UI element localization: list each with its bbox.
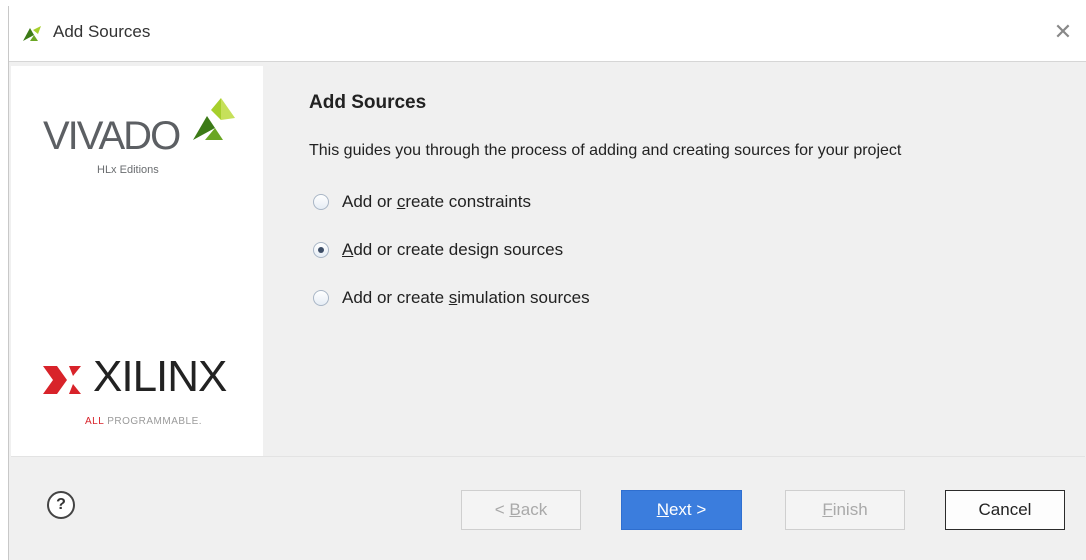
option-simulation-sources[interactable]: Add or create simulation sources — [309, 286, 1069, 310]
branding-panel: VIVADO HLx Editions XILINX ALL PROGRAMMA… — [11, 66, 263, 456]
xilinx-tagline: ALL PROGRAMMABLE. — [85, 416, 202, 427]
label-suffix: reate constraints — [405, 192, 531, 211]
help-icon[interactable]: ? — [47, 491, 75, 519]
vivado-wordmark: VIVADO — [43, 114, 181, 158]
vivado-leaf-icon — [193, 98, 235, 140]
back-button[interactable]: < Back — [461, 490, 581, 530]
window-title: Add Sources — [53, 22, 151, 41]
vivado-logo: VIVADO HLx Editions — [41, 96, 241, 176]
xilinx-wordmark: XILINX — [93, 352, 227, 401]
label-prefix: Add or create — [342, 288, 449, 307]
vivado-app-icon — [23, 26, 41, 41]
title-bar: Add Sources ✕ — [9, 6, 1086, 62]
next-button[interactable]: Next > — [621, 490, 742, 530]
xilinx-mark-icon — [43, 366, 81, 394]
xilinx-logo: XILINX ALL PROGRAMMABLE. — [39, 352, 249, 434]
xilinx-tagline-all: ALL — [85, 416, 104, 427]
radio-design-sources[interactable] — [313, 242, 329, 258]
label-mnemonic: F — [822, 500, 833, 519]
label-suffix: dd or create design sources — [353, 240, 564, 259]
close-icon[interactable]: ✕ — [1048, 18, 1078, 48]
vivado-subtitle: HLx Editions — [97, 164, 159, 176]
label-mnemonic: N — [656, 500, 669, 519]
page-description: This guides you through the process of a… — [309, 142, 902, 159]
main-content: Add Sources This guides you through the … — [309, 92, 1069, 334]
label-suffix: inish — [832, 500, 868, 519]
option-constraints[interactable]: Add or create constraints — [309, 190, 1069, 214]
option-design-sources[interactable]: Add or create design sources — [309, 238, 1069, 262]
label-mnemonic: A — [342, 240, 354, 259]
add-sources-dialog: Add Sources ✕ VIVADO HLx Editions XILINX… — [8, 6, 1086, 560]
label-mnemonic: B — [509, 500, 521, 519]
page-title: Add Sources — [309, 92, 427, 113]
label-prefix: Add or — [342, 192, 397, 211]
option-simulation-sources-label: Add or create simulation sources — [342, 288, 590, 308]
finish-button[interactable]: Finish — [785, 490, 905, 530]
option-design-sources-label: Add or create design sources — [342, 240, 563, 260]
label-prefix: < — [494, 500, 510, 519]
label-suffix: imulation sources — [457, 288, 590, 307]
cancel-button[interactable]: Cancel — [945, 490, 1065, 530]
footer-divider — [11, 456, 1085, 457]
radio-simulation-sources[interactable] — [313, 290, 329, 306]
source-type-options: Add or create constraints Add or create … — [309, 190, 1069, 310]
label-suffix: ext > — [668, 500, 707, 519]
radio-constraints[interactable] — [313, 194, 329, 210]
xilinx-tagline-rest: PROGRAMMABLE. — [103, 416, 203, 427]
option-constraints-label: Add or create constraints — [342, 192, 531, 212]
label-suffix: ack — [520, 500, 548, 519]
label-mnemonic: s — [448, 288, 458, 307]
